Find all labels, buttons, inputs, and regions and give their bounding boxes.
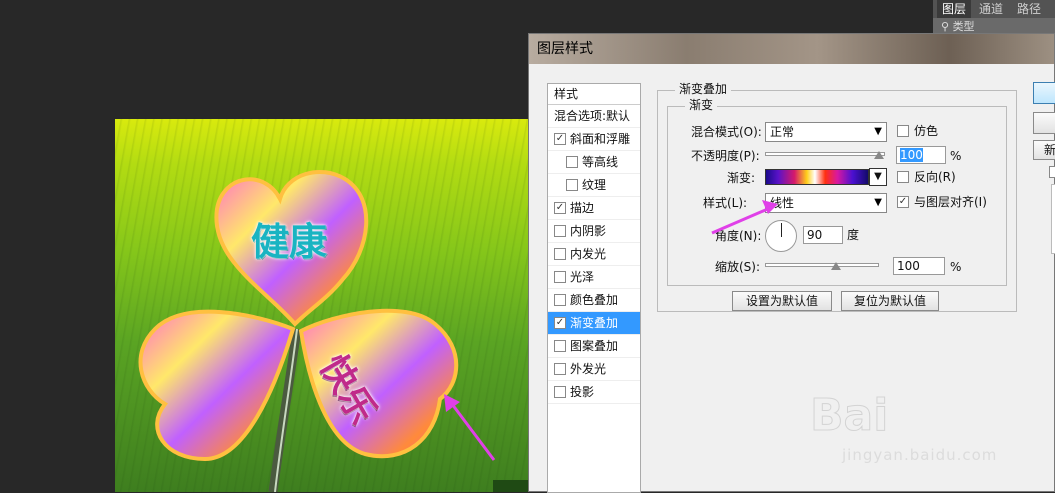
watermark-du: du: [902, 401, 933, 426]
annotation-arrow: [711, 200, 778, 235]
watermark-logo-text: Bai: [810, 390, 888, 441]
watermark-jingyan: 经验: [950, 396, 1022, 437]
annotation-arrow: [444, 394, 496, 461]
watermark-url: jingyan.baidu.com: [842, 446, 998, 464]
